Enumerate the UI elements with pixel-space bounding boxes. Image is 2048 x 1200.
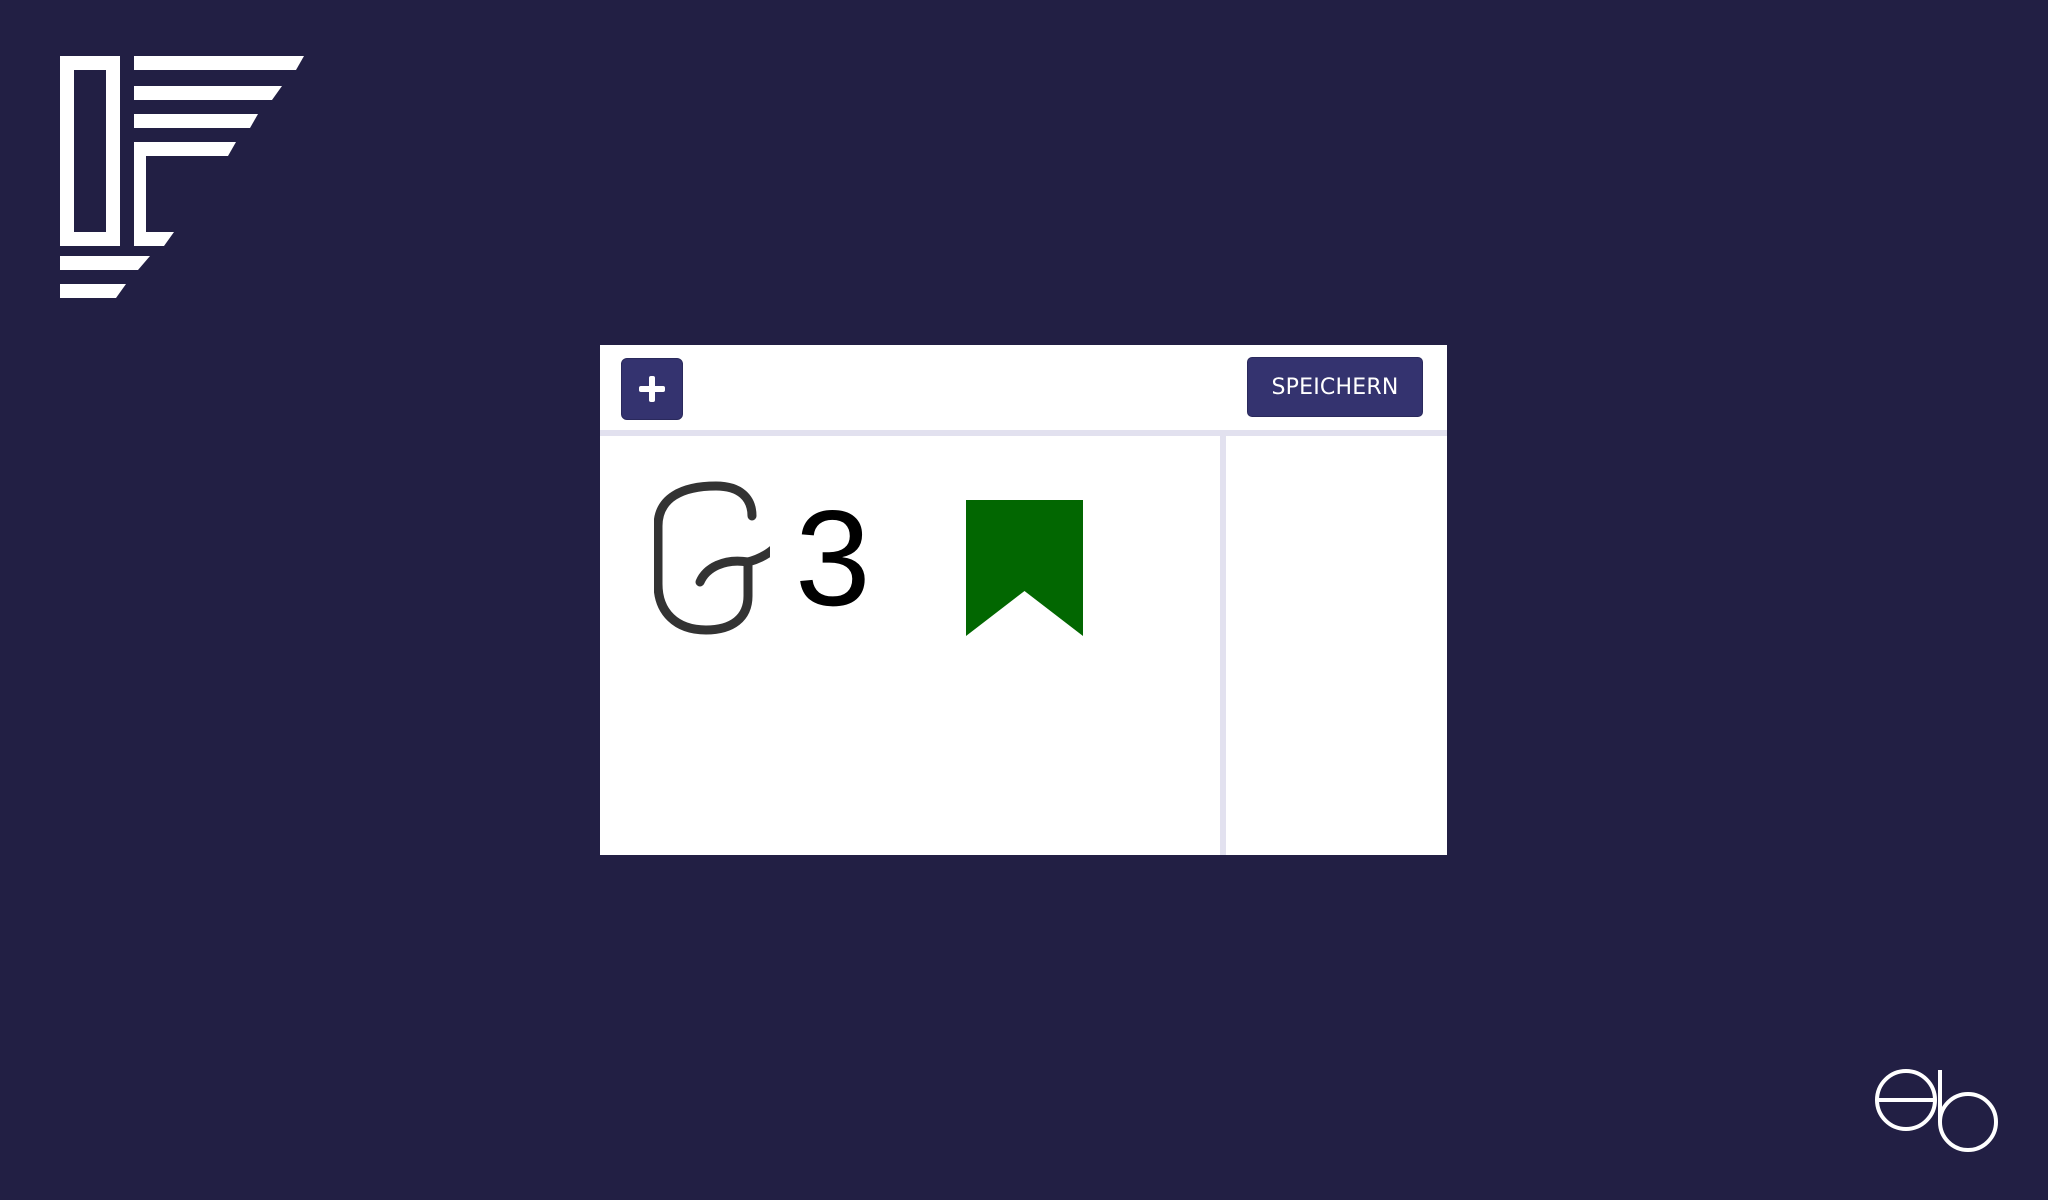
eb-monogram-icon [1875, 1069, 1998, 1152]
plus-icon [639, 376, 665, 402]
bookmark-flag-icon [966, 500, 1083, 636]
save-button[interactable]: SPEICHERN [1247, 357, 1423, 417]
canvas-area: 3 [600, 436, 1220, 855]
editor-window: SPEICHERN 3 [600, 345, 1447, 855]
script-glyph-icon [654, 481, 770, 635]
add-button[interactable] [621, 358, 683, 420]
side-panel [1226, 436, 1447, 855]
toolbar: SPEICHERN [600, 345, 1447, 436]
brand-logo-icon [60, 56, 304, 298]
grade-label: 3 [795, 482, 871, 634]
